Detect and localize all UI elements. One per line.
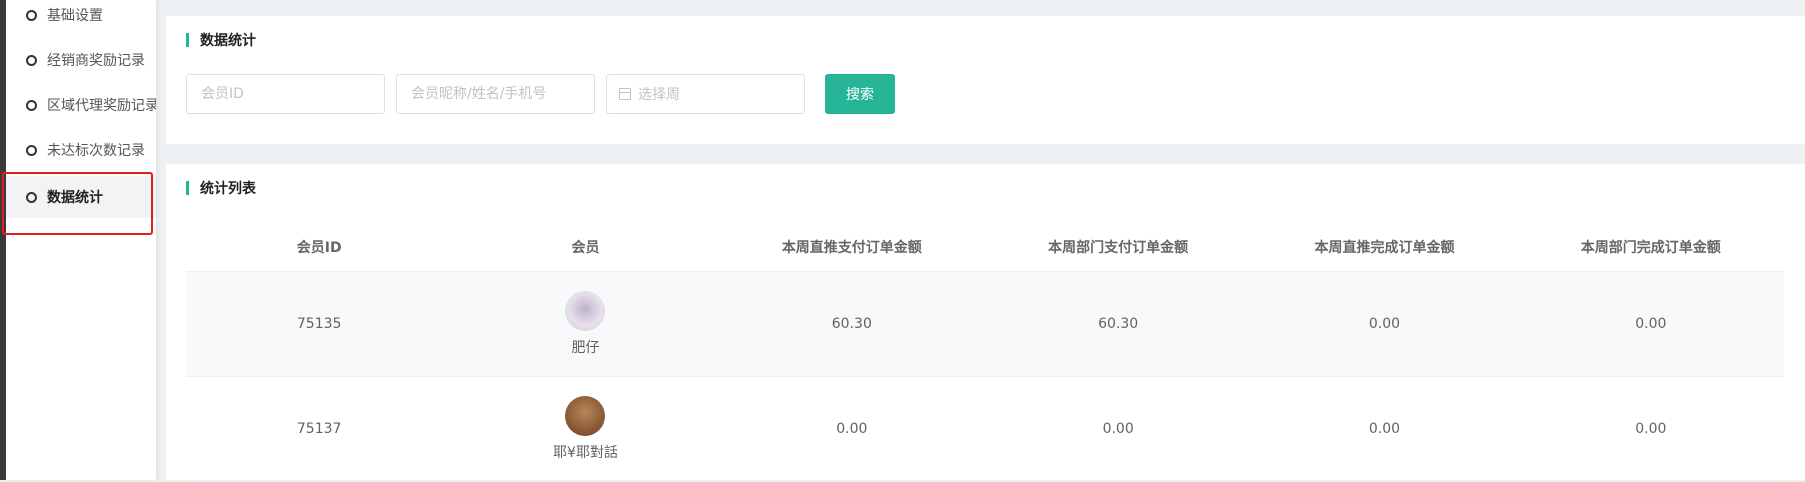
avatar (565, 396, 606, 436)
stats-table: 会员ID 会员 本周直推支付订单金额 本周部门支付订单金额 本周直推完成订单金额… (186, 222, 1784, 482)
week-picker-placeholder: 选择周 (638, 87, 680, 103)
dept-pay-cell: 0.00 (1102, 421, 1134, 437)
column-header: 会员 (571, 239, 600, 256)
stats-panel: 统计列表 会员ID 会员 本周直推支付订单金额 本周部门支付订单金额 本周直推完… (166, 164, 1805, 482)
sidebar: 基础设置 经销商奖励记录 区域代理奖励记录 未达标次数记录 数据统计 (6, 0, 156, 480)
table-row: 75137 耶¥耶對話 0.00 0.00 0.00 0.00 (186, 377, 1784, 482)
column-header: 本周直推支付订单金额 (781, 239, 922, 256)
dept-done-cell: 0.00 (1635, 421, 1667, 437)
list-title-text: 统计列表 (200, 181, 256, 197)
sidebar-item-basic-settings[interactable]: 基础设置 (6, 0, 156, 36)
sidebar-item-label: 未达标次数记录 (47, 143, 145, 159)
calendar-icon (619, 88, 631, 100)
circle-icon (26, 144, 37, 156)
member-name: 耶¥耶對話 (553, 445, 618, 461)
sidebar-item-label: 区域代理奖励记录 (47, 98, 156, 114)
sidebar-item-label: 基础设置 (47, 8, 103, 24)
dept-done-cell: 0.00 (1635, 316, 1667, 332)
search-button[interactable]: 搜索 (825, 74, 895, 114)
sidebar-item-label: 经销商奖励记录 (47, 53, 145, 69)
member-id-cell: 75135 (296, 316, 342, 332)
direct-pay-cell: 60.30 (831, 316, 872, 332)
dept-pay-cell: 60.30 (1098, 316, 1139, 332)
member-cell: 耶¥耶對話 (452, 396, 718, 462)
avatar (565, 291, 606, 331)
direct-done-cell: 0.00 (1368, 316, 1401, 332)
title-accent-bar (186, 181, 189, 195)
member-cell: 肥仔 (452, 291, 718, 357)
column-header: 会员ID (296, 239, 342, 256)
sidebar-item-dealer-rewards[interactable]: 经销商奖励记录 (6, 39, 156, 81)
circle-icon (26, 191, 37, 203)
direct-done-cell: 0.00 (1368, 421, 1401, 437)
filter-title-text: 数据统计 (200, 33, 256, 49)
week-picker[interactable]: 选择周 (606, 74, 805, 114)
list-title: 统计列表 (186, 178, 256, 198)
member-name: 肥仔 (571, 340, 600, 356)
filter-panel: 数据统计 选择周 搜索 (166, 16, 1805, 144)
table-row: 75135 肥仔 60.30 60.30 0.00 0.00 (186, 272, 1784, 377)
circle-icon (26, 54, 37, 66)
title-accent-bar (186, 33, 189, 47)
column-header: 本周直推完成订单金额 (1314, 239, 1455, 256)
circle-icon (26, 99, 37, 111)
sidebar-item-unmet-records[interactable]: 未达标次数记录 (6, 129, 156, 171)
table-header: 会员ID 会员 本周直推支付订单金额 本周部门支付订单金额 本周直推完成订单金额… (186, 222, 1784, 272)
member-id-cell: 75137 (296, 421, 342, 437)
filter-title: 数据统计 (186, 30, 256, 50)
member-info-input[interactable] (396, 74, 595, 114)
column-header: 本周部门完成订单金额 (1580, 239, 1721, 256)
sidebar-item-data-stats[interactable]: 数据统计 (6, 176, 156, 218)
sidebar-item-region-agent-rewards[interactable]: 区域代理奖励记录 (6, 84, 156, 126)
sidebar-item-label: 数据统计 (47, 190, 103, 206)
circle-icon (26, 9, 37, 21)
column-header: 本周部门支付订单金额 (1048, 239, 1189, 256)
member-id-input[interactable] (186, 74, 385, 114)
direct-pay-cell: 0.00 (836, 421, 868, 437)
